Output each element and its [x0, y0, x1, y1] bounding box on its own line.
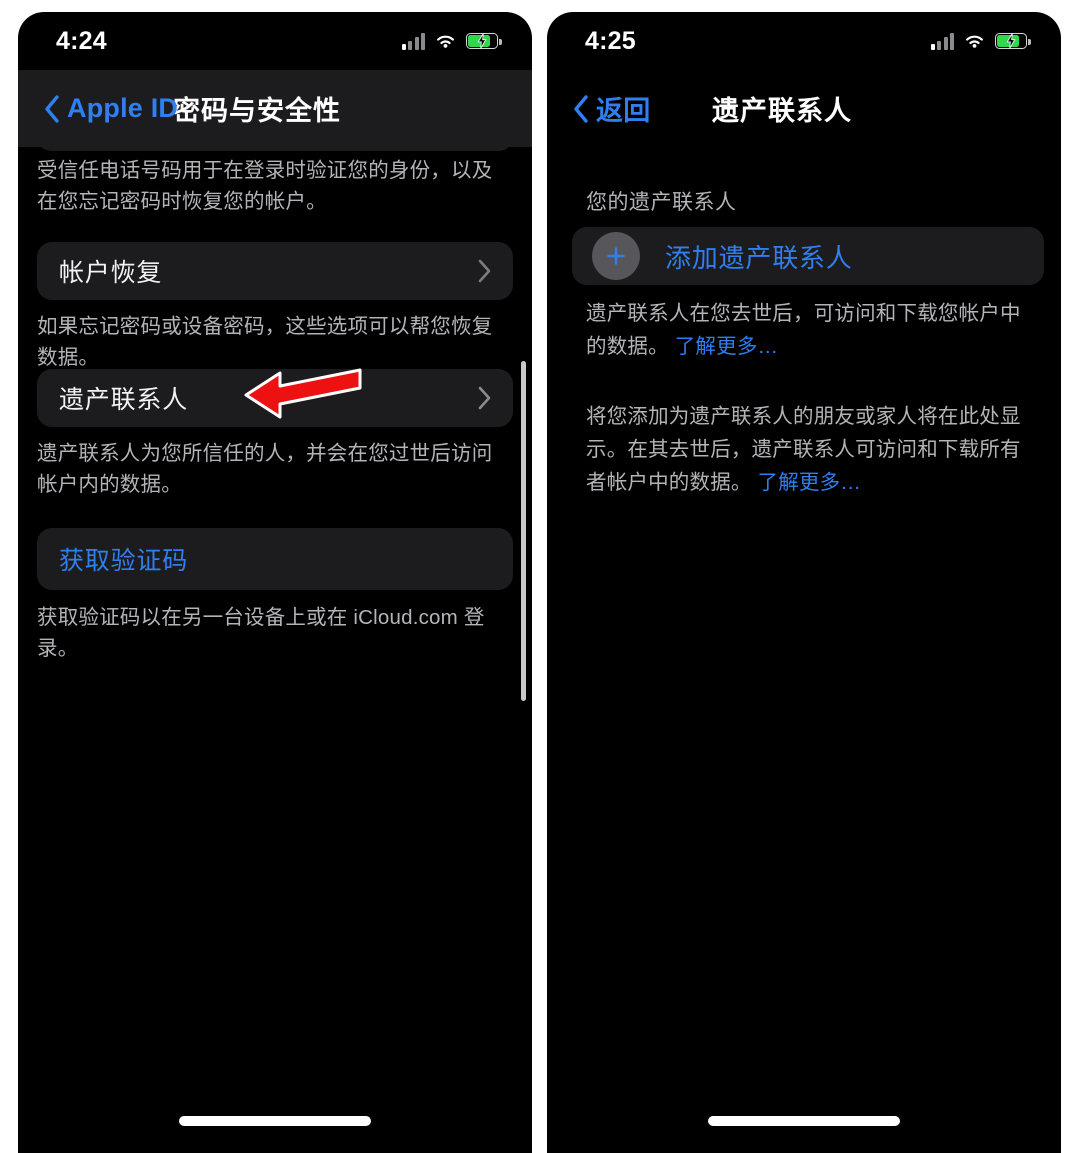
- status-bar-clock: 4:24: [56, 26, 107, 55]
- row-account-recovery[interactable]: 帐户恢复: [37, 242, 513, 300]
- partial-card-above: [37, 147, 513, 151]
- status-bar-indicators: [401, 32, 502, 50]
- left-nav-bar: Apple ID 密码与安全性: [18, 70, 532, 147]
- cellular-signal-icon: [930, 32, 954, 50]
- footnote-account-recovery: 如果忘记密码或设备密码，这些选项可以帮您恢复数据。: [37, 315, 493, 369]
- back-button-label: 返回: [596, 96, 651, 126]
- chevron-right-icon: [478, 259, 491, 283]
- paragraph-text: 遗产联系人在您去世后，可访问和下载您帐户中的数据。: [586, 302, 1021, 358]
- footnote-trusted-phone: 受信任电话号码用于在登录时验证您的身份，以及在您忘记密码时恢复您的帐户。: [37, 159, 493, 213]
- right-nav-bar: 返回 遗产联系人: [547, 70, 1061, 147]
- chevron-right-icon: [478, 386, 491, 410]
- footnote-legacy-contact: 遗产联系人为您所信任的人，并会在您过世后访问帐户内的数据。: [37, 442, 493, 496]
- paragraph-added-as-contact-info: 将您添加为遗产联系人的朋友或家人将在此处显示。在其去世后，遗产联系人可访问和下载…: [586, 400, 1034, 499]
- chevron-left-icon: [574, 94, 588, 123]
- plus-icon: [592, 232, 640, 280]
- battery-charging-icon: [466, 33, 502, 49]
- back-button-return[interactable]: 返回: [573, 89, 650, 128]
- learn-more-link[interactable]: 了解更多…: [758, 471, 862, 494]
- wifi-icon: [437, 35, 454, 48]
- back-button-apple-id[interactable]: Apple ID: [44, 93, 178, 124]
- scrollbar-indicator[interactable]: [521, 361, 526, 701]
- screenshot-root: 4:24 Apple ID 密码与安全性 受信任电话号码用于在登录时验证您的身份…: [0, 0, 1080, 1153]
- home-indicator: [708, 1116, 900, 1126]
- right-phone-screen: 4:25 返回 遗产联系人 您的遗产联系人 添加遗产联系人 遗产联系人在您去世后…: [547, 12, 1061, 1153]
- cellular-signal-icon: [401, 32, 425, 50]
- row-label: 帐户恢复: [59, 259, 163, 287]
- battery-charging-icon: [995, 33, 1031, 49]
- group-header-your-legacy-contacts: 您的遗产联系人: [586, 191, 737, 214]
- row-get-verification-code[interactable]: 获取验证码: [37, 528, 513, 590]
- row-label: 遗产联系人: [59, 386, 189, 414]
- right-status-bar: 4:25: [547, 12, 1061, 70]
- paragraph-legacy-contact-info: 遗产联系人在您去世后，可访问和下载您帐户中的数据。 了解更多…: [586, 297, 1034, 363]
- status-bar-clock: 4:25: [585, 26, 636, 55]
- add-legacy-contact-label: 添加遗产联系人: [665, 242, 853, 273]
- add-legacy-contact-button[interactable]: 添加遗产联系人: [572, 227, 1044, 285]
- status-bar-indicators: [930, 32, 1031, 50]
- row-legacy-contact[interactable]: 遗产联系人: [37, 369, 513, 427]
- left-scroll-area[interactable]: 受信任电话号码用于在登录时验证您的身份，以及在您忘记密码时恢复您的帐户。 帐户恢…: [18, 147, 532, 1153]
- left-status-bar: 4:24: [18, 12, 532, 70]
- left-phone-screen: 4:24 Apple ID 密码与安全性 受信任电话号码用于在登录时验证您的身份…: [18, 12, 532, 1153]
- row-label: 获取验证码: [59, 547, 189, 575]
- right-scroll-area[interactable]: 您的遗产联系人 添加遗产联系人 遗产联系人在您去世后，可访问和下载您帐户中的数据…: [547, 147, 1061, 1153]
- footnote-verification-code: 获取验证码以在另一台设备上或在 iCloud.com 登录。: [37, 606, 485, 660]
- chevron-left-icon: [45, 94, 59, 123]
- home-indicator: [179, 1116, 371, 1126]
- learn-more-link[interactable]: 了解更多…: [675, 335, 779, 358]
- back-button-label: Apple ID: [67, 93, 179, 123]
- wifi-icon: [966, 35, 983, 48]
